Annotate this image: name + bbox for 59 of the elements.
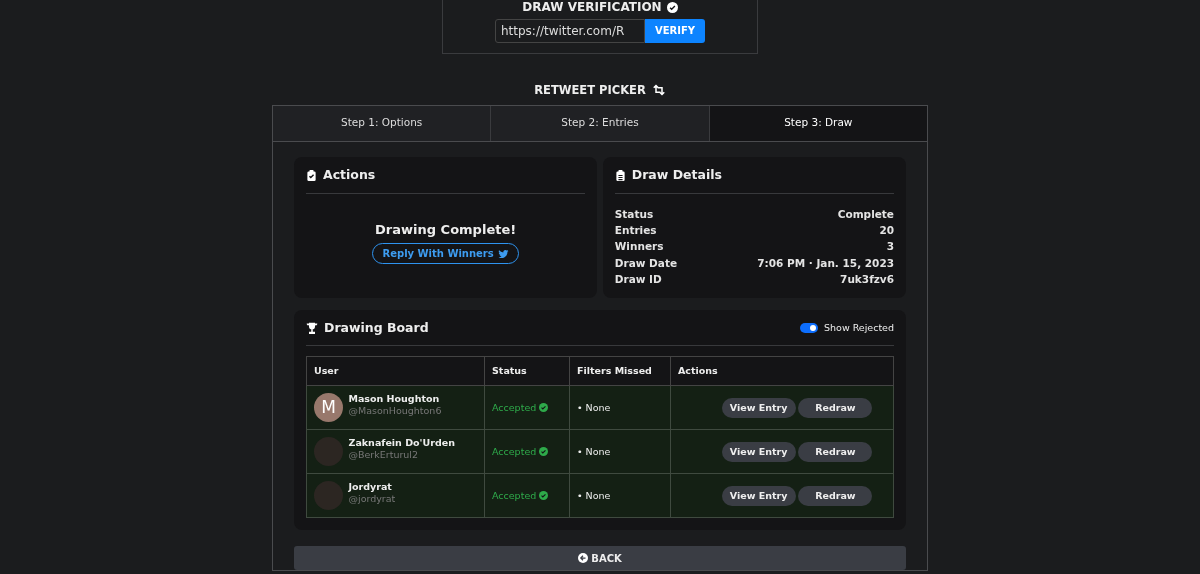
toggle-label: Show Rejected (824, 320, 894, 335)
avatar: M (314, 393, 343, 423)
clipboard-check-icon (306, 168, 317, 182)
action-button[interactable]: Redraw (798, 485, 873, 506)
check-circle-icon (539, 447, 549, 457)
page-title: RETWEET PICKER (534, 81, 646, 99)
status-text: Accepted (492, 400, 537, 415)
status-text: Accepted (492, 488, 537, 503)
column-header: Actions (670, 356, 894, 386)
toggle-switch[interactable] (800, 322, 818, 333)
detail-label: Status (614, 206, 654, 222)
user-name: Zaknafein Do'Urden (348, 436, 455, 449)
section-title: DRAW VERIFICATION (522, 0, 662, 14)
detail-label: Draw ID (614, 272, 662, 288)
trophy-icon (306, 321, 318, 334)
step-tab[interactable]: Step 2: Entries (491, 105, 710, 141)
user-handle: @BerkErturul2 (348, 448, 420, 461)
detail-label: Winners (614, 239, 664, 255)
detail-value: 20 (879, 222, 894, 238)
filters-text: • None (577, 445, 611, 457)
photo-placeholder (314, 481, 343, 511)
url-field[interactable]: https://twitter.com/R (494, 18, 645, 43)
detail-value: 7uk3fzv6 (840, 272, 894, 288)
back-arrow-icon (578, 553, 589, 564)
retweet-icon (651, 84, 666, 97)
user-name: Mason Houghton (348, 392, 441, 405)
column-header: User (306, 356, 485, 386)
detail-value: Complete (837, 206, 894, 222)
check-circle-icon (666, 1, 678, 13)
status-text: Accepted (492, 444, 537, 459)
action-button[interactable]: View Entry (721, 441, 796, 462)
check-circle-icon (539, 403, 549, 413)
back-button[interactable]: BACK (294, 546, 906, 571)
action-button[interactable]: Redraw (798, 441, 873, 462)
card-title: Drawing Board (324, 318, 430, 337)
verify-button[interactable]: VERIFY (644, 18, 706, 43)
action-button[interactable]: View Entry (721, 485, 796, 506)
detail-label: Entries (614, 222, 657, 238)
action-button[interactable]: View Entry (721, 397, 796, 418)
bird-icon (497, 248, 509, 259)
step-tab[interactable]: Step 1: Options (273, 105, 492, 141)
user-handle: @MasonHoughton6 (348, 404, 442, 417)
action-button[interactable]: Redraw (798, 397, 873, 418)
clipboard-list-icon (614, 168, 626, 182)
detail-label: Draw Date (614, 255, 678, 271)
detail-value: 3 (886, 239, 894, 255)
card-title: Actions (323, 165, 376, 184)
status-message: Drawing Complete! (374, 220, 518, 239)
photo-placeholder (314, 437, 343, 467)
card-title: Draw Details (631, 165, 722, 184)
step-tab[interactable]: Step 3: Draw (709, 105, 927, 141)
user-name: Jordyrat (348, 480, 393, 493)
check-circle-icon (539, 491, 549, 501)
filters-text: • None (577, 401, 611, 413)
user-handle: @jordyrat (348, 492, 396, 505)
column-header: Filters Missed (569, 356, 671, 386)
filters-text: • None (577, 489, 611, 501)
detail-value: 7:06 PM · Jan. 15, 2023 (757, 255, 894, 271)
column-header: Status (484, 356, 570, 386)
